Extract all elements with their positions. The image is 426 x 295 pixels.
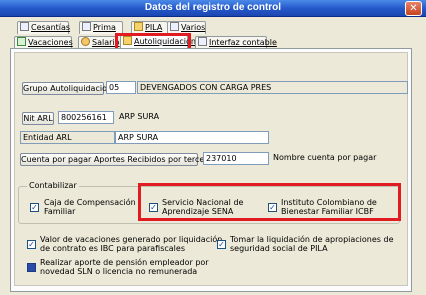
- nit-arl-name: ARP SURA: [119, 112, 160, 121]
- entidad-arl-field[interactable]: ARP SURA: [115, 131, 269, 144]
- tab-cesantias[interactable]: Cesantías: [17, 21, 70, 34]
- entidad-arl-label: Entidad ARL: [20, 131, 115, 144]
- nit-arl-button[interactable]: Nit ARL: [22, 112, 54, 125]
- table-icon: [198, 37, 207, 46]
- pila-apropiaciones-label-line2: seguridad social de PILA: [230, 244, 328, 253]
- folder-icon: [134, 22, 143, 31]
- grupo-code-field[interactable]: 05: [106, 81, 136, 94]
- contabilizar-title: Contabilizar: [27, 181, 79, 191]
- nit-arl-field[interactable]: 800256161: [58, 111, 114, 124]
- grupo-description-field: DEVENGADOS CON CARGA PRES: [137, 81, 408, 94]
- pila-apropiaciones-checkbox[interactable]: ✓: [217, 240, 226, 249]
- gear-icon: [81, 37, 90, 46]
- window-title: Datos del registro de control: [144, 2, 282, 13]
- caja-compensacion-label-line2: Familiar: [44, 207, 76, 216]
- check-icon: [17, 37, 26, 46]
- table-icon: [170, 22, 179, 31]
- close-button[interactable]: ✕: [405, 1, 422, 16]
- vacaciones-ibc-label-line2: de contrato es IBC para parafiscales: [40, 244, 185, 253]
- cuenta-por-pagar-field[interactable]: 237010: [203, 152, 269, 165]
- aporte-pension-checkbox[interactable]: [27, 263, 36, 272]
- highlight-box-contabilizar: [138, 183, 401, 221]
- aporte-pension-label-line2: novedad SLN o licencia no remunerada: [40, 267, 198, 276]
- nombre-cuenta-label: Nombre cuenta por pagar: [273, 153, 377, 162]
- grupo-autoliquidacion-button[interactable]: Grupo Autoliquidacion: [22, 82, 112, 95]
- cuenta-por-pagar-button[interactable]: Cuenta por pagar Aportes Recibidos por t…: [20, 153, 217, 166]
- vacaciones-ibc-checkbox[interactable]: ✓: [27, 240, 36, 249]
- table-icon: [82, 22, 91, 31]
- caja-compensacion-checkbox[interactable]: ✓: [30, 203, 39, 212]
- table-icon: [20, 22, 29, 31]
